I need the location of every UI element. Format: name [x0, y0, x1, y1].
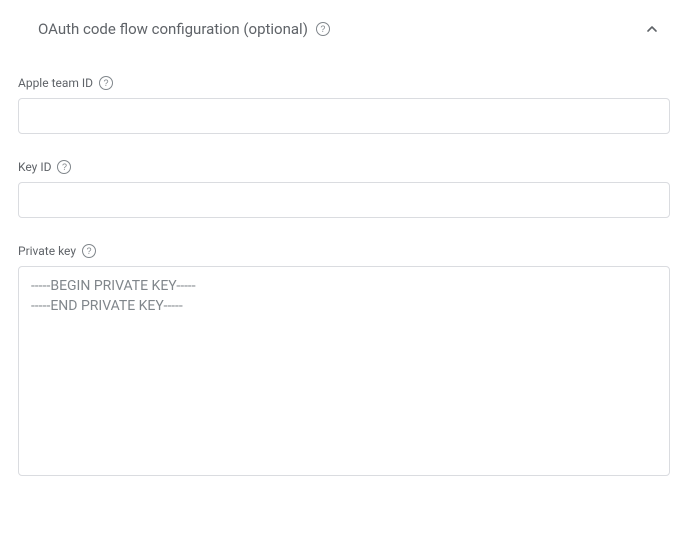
apple-team-id-label: Apple team ID [18, 76, 93, 90]
key-id-input[interactable] [18, 182, 670, 218]
oauth-section-header[interactable]: OAuth code flow configuration (optional)… [18, 0, 670, 50]
private-key-field: Private key ? [18, 244, 670, 480]
chevron-up-icon[interactable] [644, 21, 660, 37]
help-icon[interactable]: ? [82, 244, 96, 258]
private-key-input[interactable] [18, 266, 670, 476]
private-key-label: Private key [18, 244, 76, 258]
help-icon[interactable]: ? [316, 22, 330, 36]
help-icon[interactable]: ? [57, 160, 71, 174]
key-id-label: Key ID [18, 160, 51, 174]
key-id-field: Key ID ? [18, 160, 670, 218]
section-title: OAuth code flow configuration (optional) [38, 20, 308, 38]
apple-team-id-field: Apple team ID ? [18, 76, 670, 134]
apple-team-id-input[interactable] [18, 98, 670, 134]
help-icon[interactable]: ? [99, 76, 113, 90]
